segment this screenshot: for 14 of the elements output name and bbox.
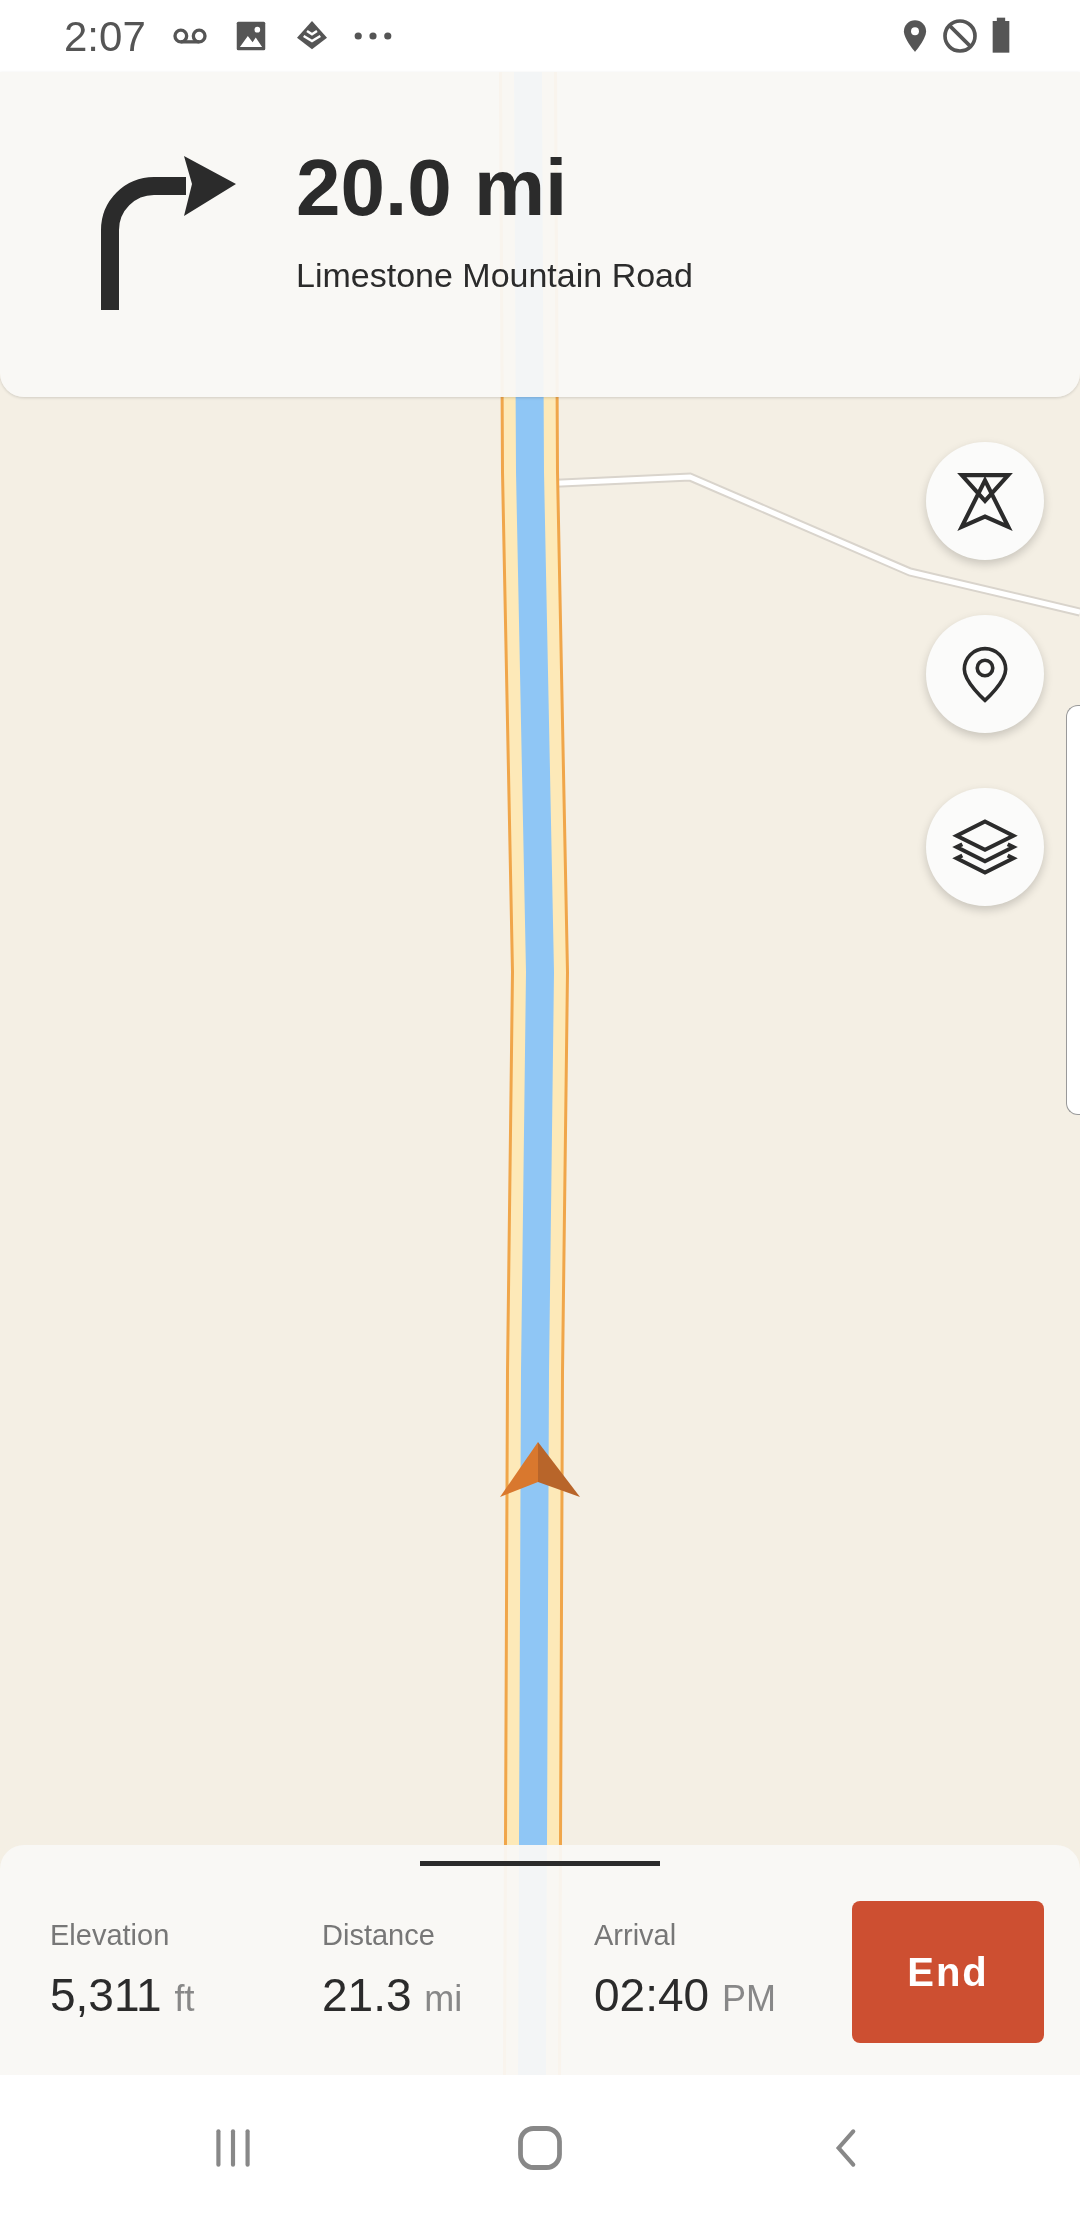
more-icon xyxy=(353,31,392,41)
end-button[interactable]: End xyxy=(852,1901,1044,2043)
blocked-icon xyxy=(940,16,980,56)
drag-handle[interactable] xyxy=(420,1861,660,1866)
stat-label: Arrival xyxy=(594,1917,678,1953)
stat-value: 5,311 ft xyxy=(50,1968,196,2024)
stat-value: 21.3 mi xyxy=(322,1968,464,2024)
drawer-handle[interactable] xyxy=(1066,705,1080,1115)
stat-label: Distance xyxy=(322,1917,436,1953)
stat-value: 02:40 PM xyxy=(594,1968,777,2024)
street-name: Limestone Mountain Road xyxy=(296,255,693,296)
stat-label: Elevation xyxy=(50,1917,171,1953)
status-time: 2:07 xyxy=(64,11,146,62)
turn-distance: 20.0 mi xyxy=(296,148,569,228)
